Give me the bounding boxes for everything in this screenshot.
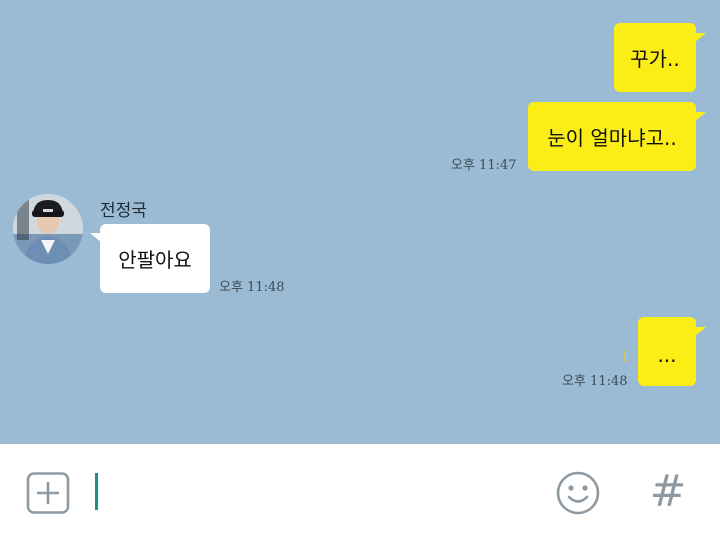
message-text: ... — [657, 343, 677, 367]
my-message-bubble[interactable]: ... — [638, 317, 696, 386]
message-text: 꾸가.. — [630, 47, 680, 71]
bubble-tail — [694, 33, 706, 43]
profile-photo — [13, 194, 83, 264]
sender-name: 전정국 — [100, 201, 147, 221]
chat-area[interactable]: 꾸가.. 눈이 얼마냐고.. 오후 11:47 전정국 안팔아요 오후 11:4… — [0, 0, 720, 444]
plus-square-icon — [26, 472, 70, 514]
add-attachment-button[interactable] — [26, 472, 70, 514]
unread-count: 1 — [621, 350, 630, 365]
message-text: 눈이 얼마냐고.. — [547, 126, 677, 150]
avatar[interactable] — [13, 194, 83, 264]
hashtag-search-button[interactable]: # — [648, 468, 688, 516]
bubble-tail — [694, 327, 706, 337]
bubble-tail — [694, 112, 706, 122]
message-timestamp: 오후 11:47 — [451, 158, 517, 173]
text-input-cursor[interactable] — [95, 473, 98, 510]
their-message-bubble[interactable]: 안팔아요 — [100, 224, 210, 293]
message-timestamp: 오후 11:48 — [219, 280, 285, 295]
input-bar: # — [0, 444, 720, 540]
my-message-bubble[interactable]: 눈이 얼마냐고.. — [528, 102, 696, 171]
my-message-bubble[interactable]: 꾸가.. — [614, 23, 696, 92]
message-timestamp: 오후 11:48 — [562, 374, 628, 389]
message-text: 안팔아요 — [118, 248, 192, 272]
emoji-button[interactable] — [554, 469, 602, 517]
smiley-icon — [556, 471, 600, 515]
